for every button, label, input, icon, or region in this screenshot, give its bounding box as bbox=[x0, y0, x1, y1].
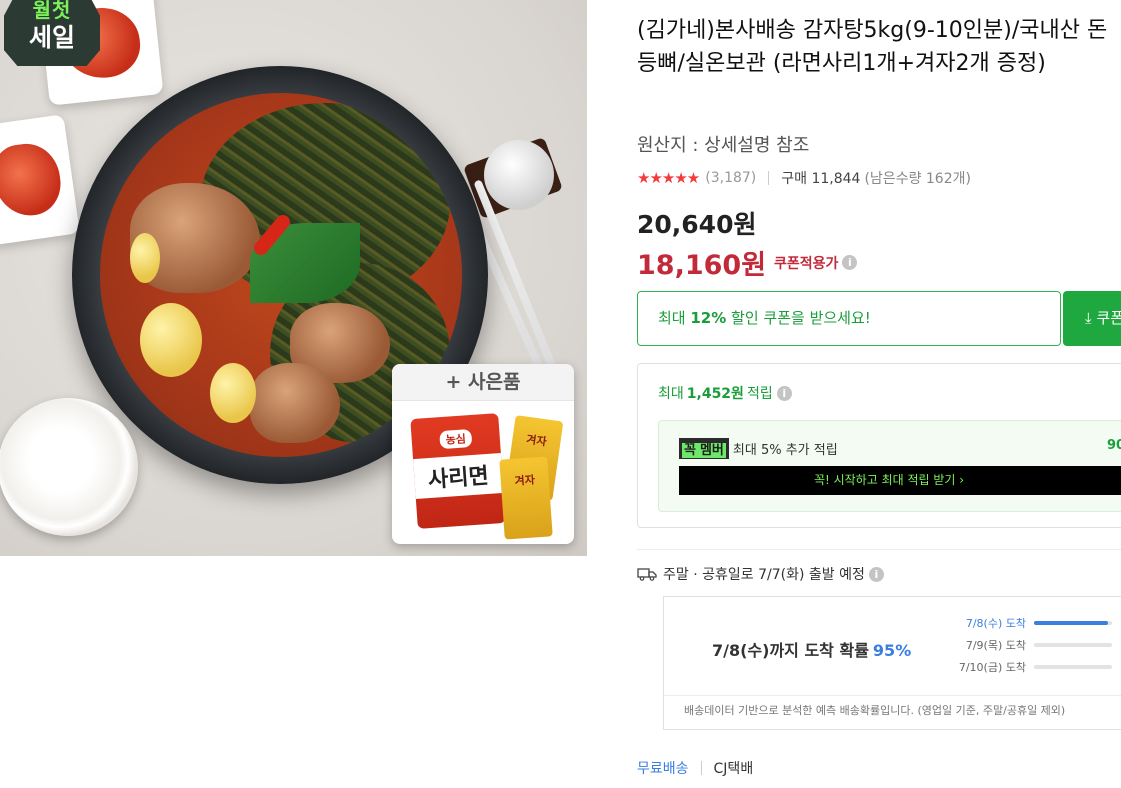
delivery-bar-track bbox=[1034, 621, 1112, 625]
coupon-text-prefix: 최대 bbox=[658, 309, 691, 327]
delivery-bar-track bbox=[1034, 665, 1112, 669]
arrival-text: 7/8(수)까지 도착 확률 bbox=[712, 641, 869, 660]
kimchi-food bbox=[0, 139, 65, 221]
ramen-name: 사리면 bbox=[413, 452, 504, 500]
membership-line: 꼭 멤버 최대 5% 추가 적립 bbox=[679, 438, 838, 459]
shipping-notice-text: 주말 · 공휴일로 7/7(화) 출발 예정 bbox=[663, 567, 865, 583]
coupon-price-label: 쿠폰적용가 bbox=[774, 255, 839, 272]
kimchi-plate bbox=[0, 114, 80, 246]
potato bbox=[140, 303, 202, 377]
delivery-bar-row: 7/10(금) 도착 bbox=[934, 659, 1112, 675]
sale-badge: 월첫 세일 bbox=[4, 0, 100, 66]
purchase-count: 구매 11,844 bbox=[781, 171, 861, 187]
ramen-package: 농심 사리면 bbox=[410, 413, 506, 529]
points-amount: 1,452원 bbox=[686, 386, 744, 402]
free-shipping-label: 무료배송 bbox=[637, 761, 689, 777]
courier-name: CJ택배 bbox=[713, 761, 754, 777]
mustard-packet: 겨자 bbox=[499, 456, 553, 540]
mustard-label: 겨자 bbox=[514, 473, 536, 488]
product-image[interactable]: 월첫 세일 + 사은품 농심 사리면 겨자 겨자 bbox=[0, 0, 587, 556]
points-line: 최대 1,452원 적립 i bbox=[658, 383, 792, 403]
shipping-method-row: 무료배송 CJ택배 bbox=[637, 758, 753, 778]
membership-box: 꼭 멤버 최대 5% 추가 적립 90 꼭! 시작하고 최대 적립 받기 › bbox=[658, 420, 1121, 512]
shipping-notice: 주말 · 공휴일로 7/7(화) 출발 예정 i bbox=[637, 564, 884, 584]
spoon bbox=[484, 140, 554, 210]
gift-card: + 사은품 농심 사리면 겨자 겨자 bbox=[392, 364, 574, 544]
rice-bowl bbox=[0, 398, 138, 536]
points-suffix: 적립 bbox=[746, 386, 773, 402]
membership-logo-mark: 꼭 bbox=[682, 443, 698, 458]
info-icon[interactable]: i bbox=[776, 385, 792, 401]
delivery-day-label: 7/8(수) 도착 bbox=[965, 617, 1026, 630]
info-icon[interactable]: i bbox=[868, 566, 884, 582]
delivery-day-label: 7/9(목) 도착 bbox=[965, 639, 1026, 652]
delivery-day-label: 7/10(금) 도착 bbox=[958, 661, 1026, 674]
arrival-percent: 95% bbox=[872, 641, 912, 660]
coupon-download-button[interactable]: ⤓ 쿠폰 bbox=[1063, 291, 1121, 346]
pork-bone bbox=[250, 363, 340, 443]
potato bbox=[210, 363, 256, 423]
points-prefix: 최대 bbox=[658, 386, 684, 402]
truck-icon bbox=[637, 568, 657, 581]
divider bbox=[768, 171, 770, 185]
delivery-bar-track bbox=[1034, 643, 1112, 647]
star-rating-icon: ★★★★★ bbox=[637, 169, 700, 187]
badge-line2: 세일 bbox=[28, 23, 75, 52]
remaining-stock: (남은수량 162개) bbox=[864, 171, 971, 187]
original-price: 20,640원 bbox=[637, 210, 757, 239]
origin-info: 원산지 : 상세설명 참조 bbox=[637, 135, 810, 156]
review-count-link[interactable]: (3,187) bbox=[705, 170, 756, 186]
points-box: 최대 1,452원 적립 i 꼭 멤버 최대 5% 추가 적립 90 꼭! 시작하… bbox=[637, 363, 1121, 528]
info-icon[interactable]: i bbox=[842, 255, 858, 270]
membership-logo-text: 멤버 bbox=[697, 443, 726, 458]
sale-price-row: 18,160원 쿠폰적용가 i bbox=[637, 243, 858, 282]
sale-price: 18,160원 bbox=[637, 250, 767, 281]
coupon-percent: 12% bbox=[690, 309, 727, 327]
section-divider bbox=[637, 549, 1121, 550]
ramen-brand: 농심 bbox=[439, 428, 473, 450]
membership-start-button[interactable]: 꼭! 시작하고 최대 적립 받기 › bbox=[679, 466, 1121, 495]
gift-label: + 사은품 bbox=[392, 364, 574, 401]
coupon-banner[interactable]: 최대 12% 할인 쿠폰을 받으세요! bbox=[637, 291, 1061, 346]
arrival-probability: 7/8(수)까지 도착 확률 95% bbox=[712, 637, 911, 661]
membership-logo: 꼭 멤버 bbox=[679, 438, 729, 459]
divider bbox=[700, 761, 702, 775]
potato bbox=[130, 233, 160, 283]
rating-row: ★★★★★ (3,187) 구매 11,844 (남은수량 162개) bbox=[637, 168, 971, 188]
delivery-bar-row: 7/8(수) 도착 bbox=[934, 615, 1112, 631]
product-title: (김가네)본사배송 감자탕5kg(9-10인분)/국내산 돈등뼈/실온보관 (라… bbox=[637, 18, 1108, 76]
mustard-label: 겨자 bbox=[525, 432, 548, 449]
delivery-bar-fill bbox=[1034, 621, 1109, 625]
coupon-text-suffix: 할인 쿠폰을 받으세요! bbox=[726, 309, 871, 327]
membership-amount: 90 bbox=[1107, 438, 1121, 453]
delivery-probability-box: 7/8(수)까지 도착 확률 95% 7/8(수) 도착 7/9(목) 도착 7/… bbox=[663, 596, 1121, 730]
delivery-bar-row: 7/9(목) 도착 bbox=[934, 637, 1112, 653]
delivery-footnote: 배송데이터 기반으로 분석한 예측 배송확률입니다. (영업일 기준, 주말/공… bbox=[664, 695, 1121, 731]
membership-text: 최대 5% 추가 적립 bbox=[732, 443, 838, 458]
